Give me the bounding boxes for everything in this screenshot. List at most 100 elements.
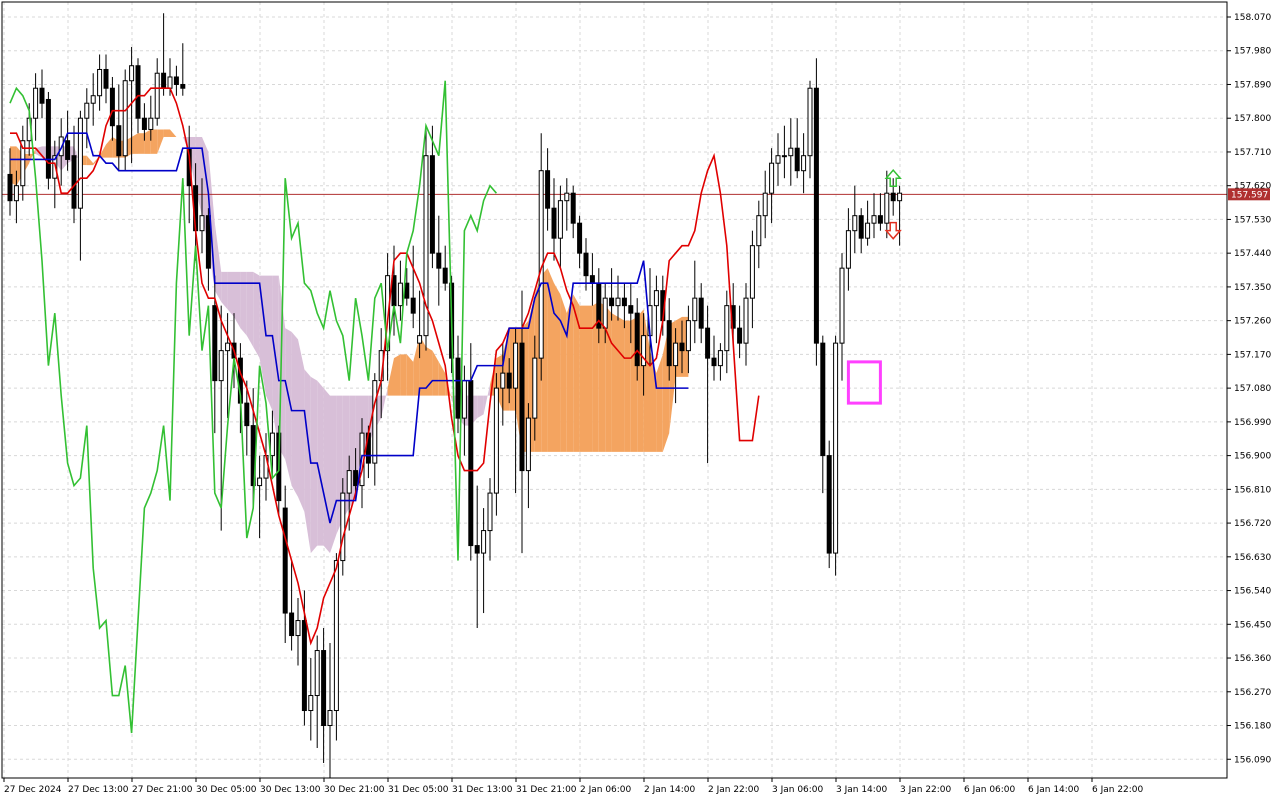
candle-bear bbox=[737, 327, 743, 344]
candle-bull bbox=[641, 335, 647, 367]
candle-bull bbox=[417, 335, 423, 344]
cloud-segment-bear bbox=[317, 380, 324, 546]
cloud-segment-bull bbox=[157, 129, 164, 154]
candle-bear bbox=[570, 192, 576, 224]
candle-bear bbox=[455, 357, 461, 419]
candle-bear bbox=[583, 252, 589, 277]
y-tick-label: 157.530 bbox=[1234, 215, 1271, 225]
x-tick-label: 27 Dec 21:00 bbox=[132, 785, 193, 795]
y-tick-label: 158.070 bbox=[1234, 13, 1271, 23]
candle-bull bbox=[749, 245, 755, 299]
candle-bear bbox=[877, 215, 883, 224]
y-tick-label: 157.080 bbox=[1234, 384, 1271, 394]
candle-bear bbox=[404, 282, 410, 299]
x-tick-label: 2 Jan 06:00 bbox=[580, 785, 632, 795]
cloud-segment-bull bbox=[566, 294, 574, 452]
x-tick-label: 6 Jan 22:00 bbox=[1092, 785, 1144, 795]
candle-bear bbox=[65, 140, 71, 160]
candle-bull bbox=[493, 387, 499, 494]
arrow-down-icon bbox=[884, 221, 902, 240]
x-tick-label: 30 Dec 21:00 bbox=[324, 785, 385, 795]
candle-bull bbox=[564, 192, 570, 202]
candle-bull bbox=[77, 117, 83, 209]
candle-bear bbox=[628, 305, 634, 314]
y-tick-label: 157.170 bbox=[1234, 350, 1271, 360]
cloud-segment-bull bbox=[413, 335, 420, 396]
candle-bull bbox=[90, 95, 96, 104]
cloud-segment-bull bbox=[419, 335, 426, 396]
candle-bull bbox=[225, 342, 231, 352]
candle-bull bbox=[148, 117, 154, 130]
cloud-segment-bull bbox=[618, 316, 625, 452]
cloud-segment-bull bbox=[400, 354, 407, 396]
candle-bear bbox=[436, 252, 442, 269]
candle-bull bbox=[775, 155, 781, 164]
x-tick-label: 6 Jan 14:00 bbox=[1028, 785, 1080, 795]
y-tick-label: 156.630 bbox=[1234, 553, 1271, 563]
candle-bull bbox=[532, 357, 538, 419]
candle-bear bbox=[45, 98, 51, 179]
candle-bull bbox=[340, 492, 346, 562]
candle-bull bbox=[308, 695, 314, 712]
candle-bear bbox=[621, 297, 627, 307]
candlesticks bbox=[7, 13, 903, 778]
cloud-segment-bear bbox=[298, 339, 305, 512]
y-tick-label: 156.810 bbox=[1234, 485, 1271, 495]
candle-bull bbox=[314, 650, 320, 697]
candle-bull bbox=[839, 267, 845, 344]
candle-bull bbox=[295, 620, 301, 637]
candle-bull bbox=[788, 147, 794, 157]
candle-bull bbox=[685, 320, 691, 352]
candle-bear bbox=[577, 222, 583, 254]
candle-bear bbox=[468, 380, 474, 547]
candle-bull bbox=[673, 342, 679, 367]
candle-bull bbox=[743, 297, 749, 344]
cloud-segment-bear bbox=[323, 388, 330, 554]
x-tick-label: 27 Dec 2024 bbox=[4, 785, 62, 795]
y-tick-label: 157.260 bbox=[1234, 317, 1271, 327]
candle-bull bbox=[397, 282, 403, 307]
candle-bear bbox=[7, 173, 13, 202]
y-tick-label: 156.360 bbox=[1234, 654, 1271, 664]
candle-bull bbox=[84, 102, 90, 119]
cloud-segment-bear bbox=[240, 271, 247, 336]
candle-bull bbox=[122, 80, 128, 157]
candle-bull bbox=[97, 68, 103, 97]
candle-bull bbox=[602, 297, 608, 329]
candle-bear bbox=[289, 612, 295, 637]
candle-bull bbox=[769, 162, 775, 194]
candle-bull bbox=[154, 72, 160, 119]
candle-bull bbox=[717, 350, 723, 367]
cloud-segment-bull bbox=[656, 354, 663, 452]
candle-bull bbox=[333, 560, 339, 712]
candle-bull bbox=[807, 87, 813, 157]
candle-bull bbox=[865, 222, 871, 239]
cloud-segment-bull bbox=[144, 129, 151, 154]
cloud-segment-bear bbox=[291, 331, 298, 497]
candle-bull bbox=[801, 155, 807, 172]
cloud-segment-bull bbox=[438, 361, 446, 396]
candle-bull bbox=[884, 192, 890, 224]
cloud-segment-bear bbox=[381, 388, 388, 419]
y-tick-label: 156.720 bbox=[1234, 519, 1271, 529]
candle-bear bbox=[39, 87, 45, 104]
cloud-segment-bear bbox=[310, 376, 318, 554]
y-tick-label: 156.450 bbox=[1234, 620, 1271, 630]
y-tick-label: 157.980 bbox=[1234, 47, 1271, 57]
candle-bull bbox=[327, 710, 333, 727]
y-tick-label: 157.440 bbox=[1234, 249, 1271, 259]
cloud-segment-bull bbox=[387, 358, 394, 396]
cloud-segment-bull bbox=[163, 129, 170, 137]
candle-bear bbox=[519, 342, 525, 472]
candle-bear bbox=[141, 117, 147, 130]
cloud-segment-bear bbox=[266, 275, 273, 411]
cloud-segment-bull bbox=[394, 354, 401, 396]
cloud-segment-bull bbox=[86, 155, 94, 166]
y-tick-label: 157.350 bbox=[1234, 283, 1271, 293]
cloud-segment-bear bbox=[253, 271, 260, 359]
candle-bull bbox=[346, 470, 352, 494]
x-tick-label: 6 Jan 06:00 bbox=[964, 785, 1016, 795]
candle-bull bbox=[372, 380, 378, 464]
candle-bull bbox=[845, 230, 851, 269]
cloud-segment-bull bbox=[106, 136, 113, 158]
